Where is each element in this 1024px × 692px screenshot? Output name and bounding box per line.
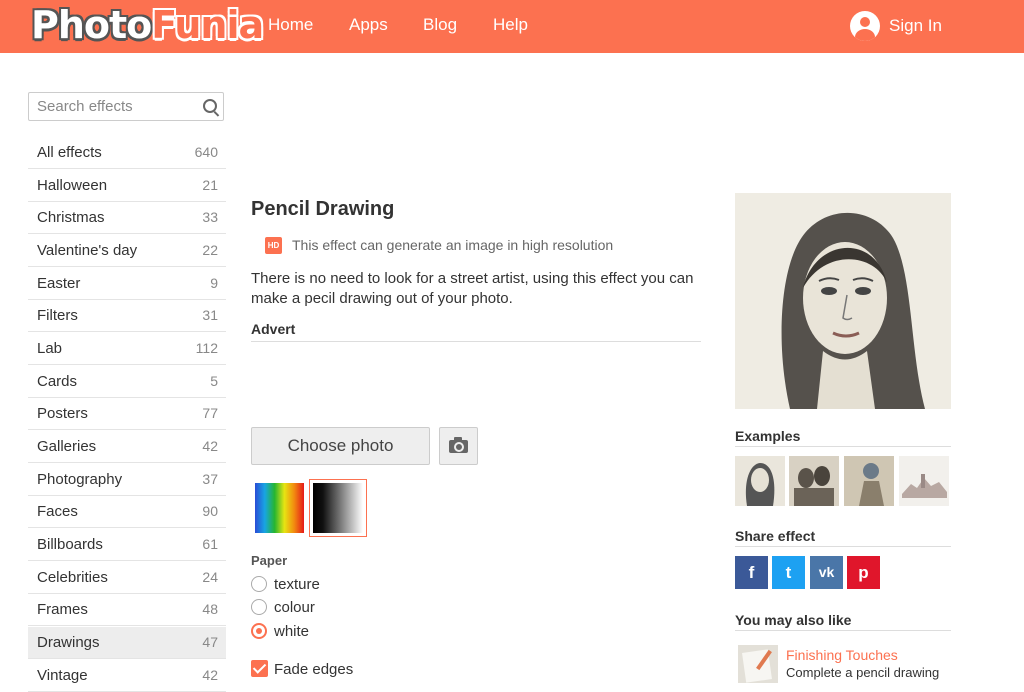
paper-white-radio[interactable]	[251, 623, 267, 639]
color-swatch-rainbow[interactable]	[255, 483, 304, 533]
vk-share-button[interactable]: vk	[810, 556, 843, 589]
hd-badge-icon: HD	[265, 237, 282, 254]
twitter-share-button[interactable]: t	[772, 556, 805, 589]
pinterest-share-button[interactable]: p	[847, 556, 880, 589]
effect-description: There is no need to look for a street ar…	[251, 270, 694, 307]
facebook-share-button[interactable]: f	[735, 556, 768, 589]
also-like-heading: You may also like	[735, 612, 951, 631]
category-halloween[interactable]: Halloween 21	[28, 170, 226, 202]
choose-photo-button[interactable]: Choose photo	[251, 427, 430, 465]
category-posters[interactable]: Posters 77	[28, 398, 226, 430]
share-heading: Share effect	[735, 528, 951, 547]
finishing-touches-thumb[interactable]	[738, 645, 778, 683]
color-swatch-grayscale[interactable]	[313, 483, 363, 533]
pinterest-icon: p	[858, 563, 869, 582]
example-thumb-1[interactable]	[735, 456, 785, 506]
category-all-effects[interactable]: All effects 640	[28, 137, 226, 169]
hd-notice: This effect can generate an image in hig…	[292, 237, 614, 253]
category-photography[interactable]: Photography 37	[28, 464, 226, 496]
finishing-touches-link[interactable]: Finishing Touches	[786, 647, 898, 663]
category-galleries[interactable]: Galleries 42	[28, 431, 226, 463]
twitter-icon: t	[785, 563, 792, 582]
category-lab[interactable]: Lab 112	[28, 333, 226, 365]
paper-white-label[interactable]: white	[274, 623, 309, 640]
category-christmas[interactable]: Christmas 33	[28, 202, 226, 234]
top-navbar: PhotoFunia Home Apps Blog Help Sign In	[0, 0, 1024, 53]
facebook-icon: f	[748, 563, 755, 582]
category-cards[interactable]: Cards 5	[28, 366, 226, 398]
paper-colour-label[interactable]: colour	[274, 599, 315, 616]
vk-icon: vk	[818, 564, 835, 580]
examples-heading: Examples	[735, 428, 951, 447]
category-vintage[interactable]: Vintage 42	[28, 660, 226, 692]
finishing-touches-desc: Complete a pencil drawing	[786, 665, 940, 680]
category-valentines-day[interactable]: Valentine's day 22	[28, 235, 226, 267]
search-icon[interactable]	[203, 99, 217, 113]
fade-edges-label[interactable]: Fade edges	[274, 661, 353, 678]
pencil-portrait-sketch	[735, 193, 951, 409]
paper-texture-label[interactable]: texture	[274, 576, 320, 593]
nav-home-link[interactable]: Home	[268, 15, 313, 35]
category-faces[interactable]: Faces 90	[28, 496, 226, 528]
paper-texture-radio[interactable]	[251, 576, 267, 592]
sign-in-button[interactable]: Sign In	[850, 10, 942, 42]
photofunia-logo[interactable]: PhotoFunia	[31, 3, 264, 47]
search-box	[28, 92, 224, 121]
search-input[interactable]	[29, 93, 205, 120]
user-avatar-icon	[850, 11, 880, 41]
example-thumb-3[interactable]	[844, 456, 894, 506]
sign-in-label: Sign In	[889, 16, 942, 35]
category-filters[interactable]: Filters 31	[28, 300, 226, 332]
category-drawings[interactable]: Drawings 47	[28, 627, 226, 659]
nav-blog-link[interactable]: Blog	[423, 15, 457, 35]
category-celebrities[interactable]: Celebrities 24	[28, 562, 226, 594]
effect-preview-image	[735, 193, 951, 409]
category-billboards[interactable]: Billboards 61	[28, 529, 226, 561]
category-easter[interactable]: Easter 9	[28, 268, 226, 300]
paper-colour-radio[interactable]	[251, 599, 267, 615]
advert-label: Advert	[251, 321, 701, 342]
example-thumb-4[interactable]	[899, 456, 949, 506]
example-thumb-2[interactable]	[789, 456, 839, 506]
nav-apps-link[interactable]: Apps	[349, 15, 388, 35]
fade-edges-checkbox[interactable]	[251, 660, 268, 677]
camera-button[interactable]	[439, 427, 478, 465]
paper-label: Paper	[251, 553, 288, 568]
nav-help-link[interactable]: Help	[493, 15, 528, 35]
effect-title: Pencil Drawing	[251, 198, 395, 220]
category-frames[interactable]: Frames 48	[28, 594, 226, 626]
